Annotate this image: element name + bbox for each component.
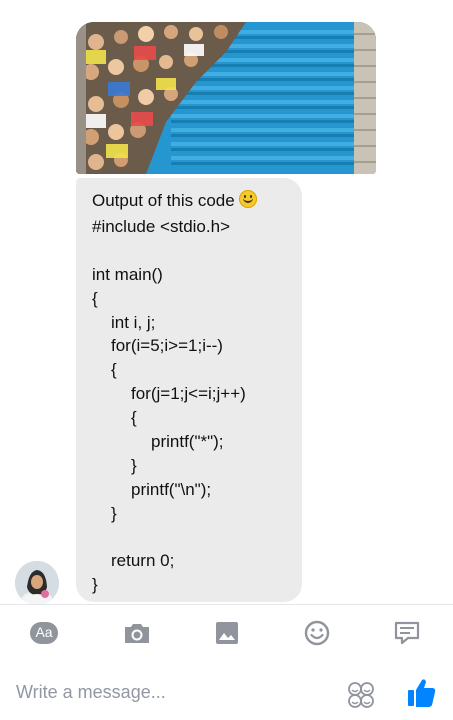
code-line: { bbox=[92, 289, 98, 308]
conversation-area: Output of this code #include <stdio.h> i… bbox=[0, 0, 453, 605]
code-line: return 0; bbox=[111, 551, 175, 570]
shared-photo[interactable] bbox=[76, 22, 376, 174]
stickers-icon bbox=[348, 682, 374, 708]
composer-toolbar: Aa bbox=[0, 606, 453, 662]
aa-label: Aa bbox=[35, 624, 53, 640]
like-button[interactable] bbox=[406, 676, 438, 710]
avatar-image bbox=[15, 561, 59, 605]
thumbs-up-icon bbox=[408, 679, 436, 707]
code-line: int main() bbox=[92, 265, 163, 284]
stickers-button[interactable] bbox=[346, 680, 376, 710]
chat-bubble-button[interactable] bbox=[392, 618, 422, 648]
composer-divider bbox=[0, 604, 453, 605]
camera-button[interactable] bbox=[122, 618, 152, 648]
gallery-button[interactable] bbox=[212, 618, 242, 648]
code-line: #include <stdio.h> bbox=[92, 217, 230, 236]
stadium-photo-image bbox=[76, 22, 376, 174]
composer-input-row: Write a message... bbox=[0, 668, 453, 720]
smiley-emoji-icon bbox=[238, 190, 257, 208]
code-line: for(j=1;j<=i;j++) bbox=[131, 384, 246, 403]
message-bubble[interactable]: Output of this code #include <stdio.h> i… bbox=[76, 178, 302, 602]
camera-icon bbox=[125, 624, 149, 643]
code-line: { bbox=[131, 408, 137, 427]
code-line: } bbox=[111, 504, 117, 523]
code-line: { bbox=[111, 360, 117, 379]
emoji-button[interactable] bbox=[302, 618, 332, 648]
code-line: printf("*"); bbox=[151, 432, 224, 451]
message-header-text: Output of this code bbox=[92, 191, 235, 210]
code-line: } bbox=[92, 575, 98, 594]
code-line: printf("\n"); bbox=[131, 480, 212, 499]
message-header: Output of this code bbox=[92, 190, 257, 212]
code-line: int i, j; bbox=[111, 313, 156, 332]
image-icon bbox=[216, 622, 238, 644]
smiley-icon bbox=[304, 620, 330, 646]
message-input[interactable]: Write a message... bbox=[16, 682, 166, 703]
sender-avatar[interactable] bbox=[15, 561, 59, 605]
code-line: } bbox=[131, 456, 137, 475]
text-format-button[interactable]: Aa bbox=[29, 618, 59, 648]
chat-bubble-icon bbox=[394, 621, 420, 645]
code-line: for(i=5;i>=1;i--) bbox=[111, 336, 223, 355]
